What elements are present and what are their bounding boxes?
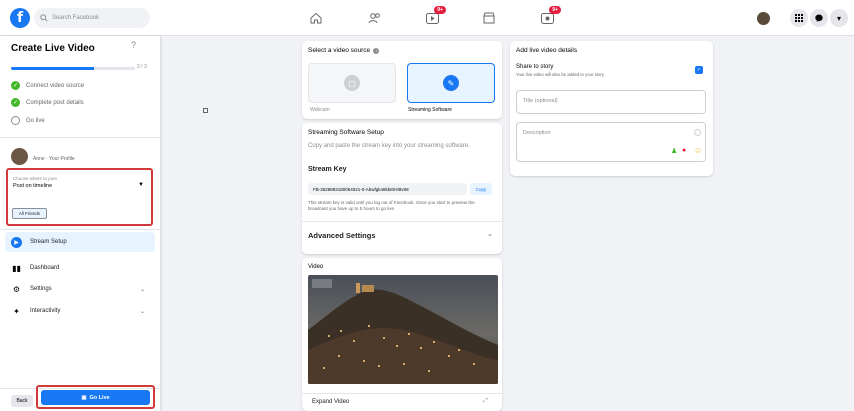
audience-button[interactable]: All Friends bbox=[12, 208, 47, 219]
create-live-sidebar: Create Live Video ? 2 / 3 ✓ Connect vide… bbox=[0, 36, 160, 411]
menu-stream-setup[interactable]: ▶ Stream Setup bbox=[5, 232, 155, 252]
source-label: Streaming Software bbox=[408, 107, 452, 113]
facebook-logo-icon[interactable]: f bbox=[10, 8, 30, 28]
step-label: Connect video source bbox=[26, 82, 85, 89]
go-live-button[interactable]: ▣ Go Live bbox=[41, 390, 150, 405]
search-icon bbox=[40, 14, 48, 22]
dropdown-value: Post on timeline bbox=[13, 183, 53, 189]
setup-progress-bar bbox=[11, 67, 135, 70]
stream-key-note: This stream key is valid until you log o… bbox=[308, 200, 475, 211]
step-label: Complete post details bbox=[26, 99, 84, 106]
location-pin-icon[interactable]: ● bbox=[682, 147, 686, 154]
expand-video-label[interactable]: Expand Video bbox=[312, 399, 349, 405]
checkmark-icon: ✓ bbox=[11, 98, 20, 107]
gaming-notification-badge: 9+ bbox=[549, 6, 561, 14]
description-placeholder: Description bbox=[523, 130, 551, 136]
profile-name: Anne · Your Profile bbox=[33, 156, 75, 162]
menu-label: Settings bbox=[30, 286, 52, 292]
share-to-story-checkbox[interactable]: ✓ bbox=[695, 66, 703, 74]
copy-button[interactable]: Copy bbox=[470, 183, 492, 195]
divider bbox=[0, 137, 160, 138]
profile-avatar-top[interactable] bbox=[757, 12, 770, 25]
video-preview-image bbox=[308, 275, 498, 384]
post-destination-dropdown[interactable]: Choose where to post Post on timeline ▼ bbox=[13, 176, 149, 196]
stream-key-field[interactable]: FB-3528892180054021-0-Abwfgk48kb8rHt8v88 bbox=[308, 183, 467, 195]
expand-icon[interactable]: ⤢ bbox=[483, 398, 488, 405]
gear-icon: ⚙ bbox=[12, 284, 21, 294]
dashboard-icon: ▮▮ bbox=[12, 263, 21, 273]
menu-label: Stream Setup bbox=[30, 239, 67, 245]
chevron-down-icon: ⌄ bbox=[139, 286, 145, 293]
details-title: Add live video details bbox=[516, 47, 578, 54]
stream-key-label: Stream Key bbox=[308, 166, 347, 173]
step-count: 2 / 3 bbox=[137, 64, 147, 70]
divider bbox=[302, 221, 502, 222]
watch-notification-badge: 9+ bbox=[434, 6, 446, 14]
share-to-story-label: Share to story bbox=[516, 64, 554, 70]
step-connect-source: ✓ Connect video source bbox=[11, 81, 84, 90]
menu-label: Interactivity bbox=[30, 308, 61, 314]
setup-title: Streaming Software Setup bbox=[308, 129, 384, 136]
checkmark-icon: ✓ bbox=[11, 81, 20, 90]
feeling-icon[interactable]: ☺ bbox=[694, 146, 702, 155]
dropdown-label: Choose where to post bbox=[13, 176, 57, 181]
info-icon: i bbox=[373, 47, 380, 54]
friends-icon[interactable] bbox=[365, 9, 383, 27]
emoji-icon[interactable] bbox=[694, 129, 701, 136]
menu-dashboard[interactable]: ▮▮ Dashboard bbox=[5, 258, 155, 278]
streaming-setup-card: Streaming Software Setup Copy and paste … bbox=[302, 123, 502, 254]
home-icon[interactable] bbox=[307, 9, 325, 27]
search-input[interactable]: Search Facebook bbox=[34, 8, 150, 28]
video-source-card: Select a video source i ▢ ✎ Webcam Strea… bbox=[302, 41, 502, 119]
empty-circle-icon bbox=[11, 116, 20, 125]
step-post-details: ✓ Complete post details bbox=[11, 98, 84, 107]
progress-fill bbox=[11, 67, 95, 70]
video-title: Video bbox=[308, 264, 324, 270]
page-title: Create Live Video bbox=[11, 43, 95, 54]
menu-grid-icon[interactable] bbox=[790, 9, 808, 27]
messenger-icon[interactable] bbox=[810, 9, 828, 27]
tag-people-icon[interactable]: ♟ bbox=[671, 147, 677, 155]
webcam-icon: ▢ bbox=[344, 75, 360, 91]
interactivity-icon: ✦ bbox=[13, 306, 20, 316]
menu-interactivity[interactable]: ✦ Interactivity ⌄ bbox=[5, 301, 155, 321]
description-field[interactable]: Description ♟ ● ☺ bbox=[516, 122, 706, 162]
source-title: Select a video source bbox=[308, 47, 371, 54]
chevron-down-icon[interactable]: ⌄ bbox=[487, 230, 493, 238]
step-go-live: Go live bbox=[11, 116, 45, 125]
step-label: Go live bbox=[26, 117, 45, 124]
search-placeholder: Search Facebook bbox=[52, 15, 100, 21]
streaming-key-icon: ✎ bbox=[443, 75, 459, 91]
help-icon[interactable]: ? bbox=[131, 40, 136, 50]
menu-label: Dashboard bbox=[30, 265, 60, 271]
source-label: Webcam bbox=[310, 107, 330, 113]
cursor-marker bbox=[203, 108, 208, 113]
video-camera-icon: ▶ bbox=[11, 236, 22, 248]
watch-icon[interactable]: 9+ bbox=[423, 6, 446, 27]
go-live-label: Go Live bbox=[89, 394, 110, 401]
marketplace-icon[interactable] bbox=[480, 9, 498, 27]
gaming-icon[interactable]: 9+ bbox=[538, 6, 561, 27]
video-preview-card: Video Expand Video ⤢ bbox=[302, 258, 502, 411]
title-field[interactable]: Title (optional) bbox=[516, 90, 706, 114]
divider bbox=[0, 229, 160, 230]
go-live-icon: ▣ bbox=[81, 394, 87, 401]
source-webcam[interactable]: ▢ bbox=[308, 63, 396, 103]
menu-settings[interactable]: ⚙ Settings ⌄ bbox=[5, 279, 155, 299]
avatar bbox=[11, 148, 28, 165]
source-streaming-software[interactable]: ✎ bbox=[407, 63, 495, 103]
top-navigation-bar: f Search Facebook 9+ 9+ ▾ bbox=[0, 0, 854, 36]
share-to-story-desc: Your live video will also be added to yo… bbox=[516, 72, 604, 77]
divider bbox=[302, 393, 502, 394]
setup-description: Copy and paste the stream key into your … bbox=[308, 143, 470, 149]
account-caret-icon[interactable]: ▾ bbox=[830, 9, 848, 27]
caret-down-icon: ▼ bbox=[138, 182, 144, 188]
back-button[interactable]: Back bbox=[11, 395, 33, 407]
advanced-settings-label[interactable]: Advanced Settings bbox=[308, 231, 376, 240]
chevron-down-icon: ⌄ bbox=[139, 308, 145, 315]
live-details-card: Add live video details Share to story Yo… bbox=[510, 41, 713, 176]
